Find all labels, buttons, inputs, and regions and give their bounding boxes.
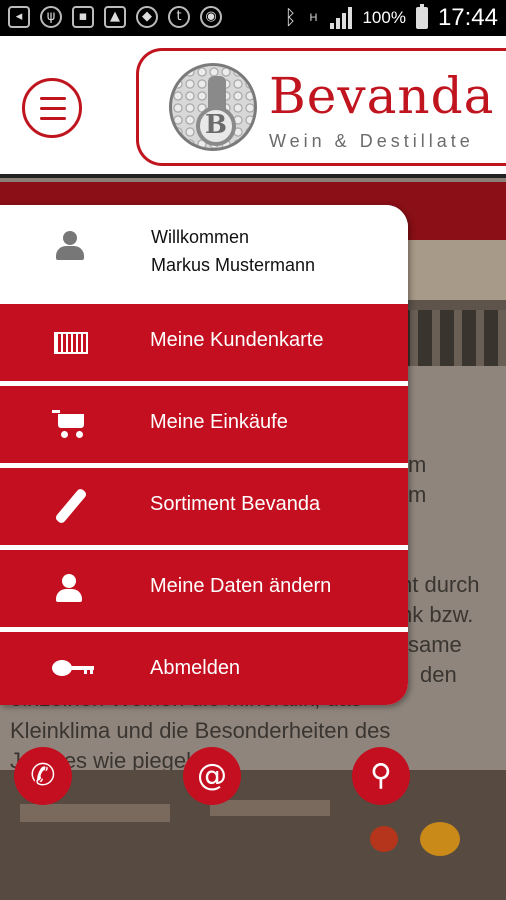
signal-strength-icon (330, 7, 353, 29)
menu-item-sortiment[interactable]: Sortiment Bevanda (0, 468, 408, 545)
bluetooth-icon: ᛒ (284, 6, 297, 29)
email-button[interactable]: @ (183, 747, 241, 805)
shop-floor-photo (0, 770, 506, 900)
menu-item-label: Meine Daten ändern (150, 575, 332, 597)
menu-item-abmelden[interactable]: Abmelden (0, 632, 408, 705)
usb-icon: ψ (40, 6, 62, 28)
menu-item-label: Meine Einkäufe (150, 411, 288, 433)
map-pin-icon: ⚲ (370, 758, 392, 793)
at-sign-icon: @ (197, 758, 227, 793)
bottle-emblem-icon: B (169, 63, 257, 151)
network-type-indicator: H (309, 12, 318, 24)
sd-card-icon: ▪ (72, 6, 94, 28)
person-icon (52, 572, 88, 604)
vpn-shield-icon: ◉ (200, 6, 222, 28)
content-text-line: m (408, 452, 427, 477)
content-text-line: m (408, 482, 427, 507)
menu-item-label: Abmelden (150, 657, 241, 679)
menu-item-kundenkarte[interactable]: Meine Kundenkarte (0, 304, 408, 381)
menu-item-label: Meine Kundenkarte (150, 329, 324, 351)
phone-button[interactable]: ✆ (14, 747, 72, 805)
bottle-icon (52, 487, 88, 525)
clock: 17:44 (437, 4, 498, 31)
brand-tagline: Wein & Destillate (269, 131, 474, 151)
system-indicators: ᛒ H 100% 17:44 (284, 4, 498, 32)
barcode-card-icon (52, 326, 88, 358)
user-avatar-icon (56, 231, 84, 261)
content-text-line: Kleinklima und die Besonderheiten des (10, 718, 391, 743)
shield-icon: ◆ (136, 6, 158, 28)
content-text-line: nt durch (400, 572, 480, 597)
cart-icon (52, 408, 88, 440)
battery-percent: 100% (362, 8, 406, 27)
logo-monogram: B (196, 106, 236, 146)
menu-item-label: Sortiment Bevanda (150, 493, 321, 515)
greeting-welcome: Willkommen (151, 227, 250, 247)
notification-app-icon: ◂ (8, 6, 30, 28)
navigation-drawer: Willkommen Markus Mustermann Meine Kunde… (0, 205, 408, 705)
drawer-user-header: Willkommen Markus Mustermann (0, 205, 408, 302)
content-text-line: same (408, 632, 462, 657)
hamburger-menu-button[interactable] (22, 78, 82, 138)
content-text-line: den (420, 662, 457, 687)
app-header: B Bevanda Wein & Destillate (0, 36, 506, 178)
brand-name: Bevanda (269, 67, 495, 125)
user-greeting: Willkommen Markus Mustermann (151, 223, 315, 279)
menu-item-daten-aendern[interactable]: Meine Daten ändern (0, 550, 408, 627)
key-icon (52, 654, 94, 686)
location-button[interactable]: ⚲ (352, 747, 410, 805)
status-bar: ◂ ψ ▪ ▲ ◆ t ◉ ᛒ H 100% 17:44 (0, 0, 506, 36)
content-text-line: nk bzw. (400, 602, 474, 627)
greeting-username: Markus Mustermann (151, 255, 316, 275)
brand-logo: B Bevanda Wein & Destillate (136, 48, 506, 166)
menu-item-einkaeufe[interactable]: Meine Einkäufe (0, 386, 408, 463)
notification-icons: ◂ ψ ▪ ▲ ◆ t ◉ (8, 6, 222, 28)
phone-icon: ✆ (30, 758, 56, 793)
battery-icon (415, 4, 428, 29)
tumblr-icon: t (168, 6, 190, 28)
image-icon: ▲ (104, 6, 126, 28)
